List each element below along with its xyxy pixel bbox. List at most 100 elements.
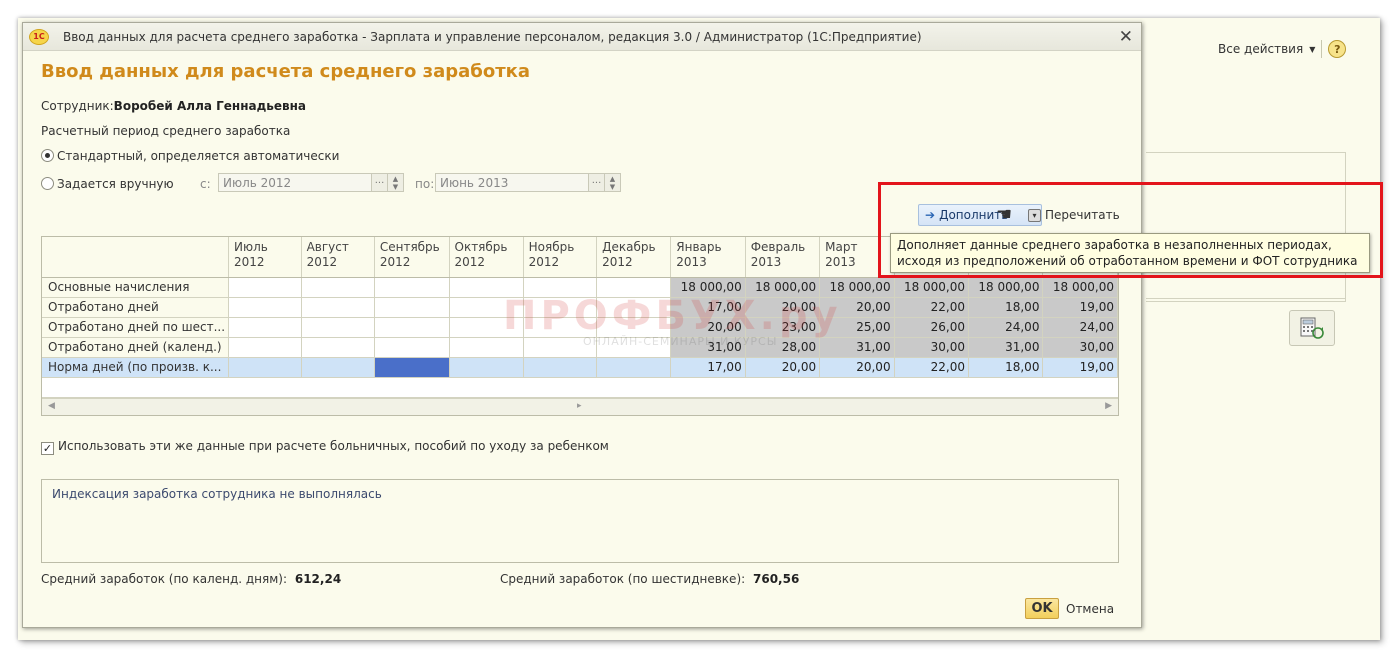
table-cell[interactable]: 20,00 [670, 317, 746, 338]
table-row[interactable]: Норма дней (по произв. к... 17,00 20,00 20,… [42, 357, 1118, 378]
column-header[interactable]: Октябрь 2012 [449, 237, 524, 278]
table-cell[interactable]: 22,00 [894, 357, 970, 378]
row-label[interactable]: Отработано дней [42, 297, 230, 318]
table-cell[interactable]: 28,00 [745, 337, 821, 358]
table-row[interactable]: Основные начисления 18 000,00 18 000,00 18 … [42, 277, 1118, 298]
table-cell[interactable]: 18 000,00 [745, 277, 821, 298]
column-header[interactable]: Август 2012 [301, 237, 375, 278]
column-header[interactable]: Сентябрь 2012 [374, 237, 450, 278]
row-label[interactable]: Отработано дней по шест... [42, 317, 230, 338]
scroll-right-icon[interactable]: ▶ [1105, 401, 1112, 411]
table-cell[interactable]: 19,00 [1042, 297, 1118, 318]
column-header[interactable]: Декабрь 2012 [596, 237, 672, 278]
table-cell[interactable] [449, 277, 524, 298]
table-cell[interactable] [374, 277, 450, 298]
table-cell[interactable]: 26,00 [894, 317, 970, 338]
table-cell[interactable]: 30,00 [1042, 337, 1118, 358]
dialog-titlebar[interactable]: 1С Ввод данных для расчета среднего зара… [23, 23, 1141, 51]
table-cell[interactable]: 31,00 [670, 337, 746, 358]
table-cell[interactable]: 31,00 [819, 337, 895, 358]
table-cell[interactable] [301, 317, 375, 338]
table-cell[interactable]: 18 000,00 [968, 277, 1044, 298]
row-label[interactable]: Отработано дней (календ.) [42, 337, 230, 358]
table-cell[interactable]: 18 000,00 [1042, 277, 1118, 298]
checkbox-checked-icon[interactable]: ✓ [41, 442, 54, 455]
table-cell[interactable] [228, 297, 302, 318]
all-actions-menu[interactable]: Все действия ▼ ? [1218, 40, 1347, 58]
table-cell[interactable] [228, 337, 302, 358]
table-cell[interactable] [449, 297, 524, 318]
table-cell[interactable] [449, 357, 524, 378]
table-cell[interactable]: 23,00 [745, 317, 821, 338]
table-cell[interactable] [596, 297, 672, 318]
spinner-icon[interactable]: ▲ ▼ [604, 174, 620, 191]
radio-standard-label[interactable]: Стандартный, определяется автоматически [57, 149, 339, 163]
table-cell[interactable]: 20,00 [745, 297, 821, 318]
table-cell[interactable]: 20,00 [745, 357, 821, 378]
table-cell[interactable] [301, 337, 375, 358]
spinner-icon[interactable]: ▲ ▼ [387, 174, 403, 191]
column-header[interactable]: Ноябрь 2012 [523, 237, 598, 278]
select-dots-icon[interactable]: ... [371, 174, 387, 191]
horizontal-scrollbar[interactable]: ◀ ▸ ▶ [42, 398, 1118, 415]
radio-standard[interactable] [41, 149, 54, 162]
period-from-field[interactable]: Июль 2012 ... ▲ ▼ [218, 173, 404, 192]
row-label[interactable]: Норма дней (по произв. к... [42, 357, 230, 378]
column-header[interactable]: Январь 2013 [670, 237, 746, 278]
select-dots-icon[interactable]: ... [588, 174, 604, 191]
row-label[interactable]: Основные начисления [42, 277, 230, 298]
table-cell[interactable] [228, 277, 302, 298]
use-same-data-option[interactable]: ✓ Использовать эти же данные при расчете … [41, 439, 609, 455]
help-icon[interactable]: ? [1328, 40, 1347, 58]
radio-manual-option[interactable]: Задается вручную [41, 177, 174, 191]
all-actions-label[interactable]: Все действия [1218, 42, 1303, 56]
table-cell[interactable] [596, 337, 672, 358]
table-cell[interactable]: 31,00 [968, 337, 1044, 358]
table-cell[interactable] [523, 297, 598, 318]
table-cell[interactable]: 24,00 [968, 317, 1044, 338]
radio-standard-option[interactable]: Стандартный, определяется автоматически [41, 149, 339, 163]
table-cell[interactable]: 22,00 [894, 297, 970, 318]
table-cell[interactable]: 17,00 [670, 357, 746, 378]
table-cell[interactable]: 20,00 [819, 357, 895, 378]
table-cell[interactable] [228, 357, 302, 378]
period-to-field[interactable]: Июнь 2013 ... ▲ ▼ [435, 173, 621, 192]
calculator-button[interactable] [1289, 310, 1335, 346]
table-cell[interactable] [523, 317, 598, 338]
column-header[interactable]: Июль 2012 [228, 237, 302, 278]
table-cell[interactable] [596, 317, 672, 338]
table-cell[interactable] [523, 277, 598, 298]
radio-manual-label[interactable]: Задается вручную [57, 177, 174, 191]
table-cell[interactable]: 18 000,00 [819, 277, 895, 298]
table-cell[interactable] [374, 317, 450, 338]
table-cell[interactable] [301, 277, 375, 298]
table-cell[interactable] [301, 297, 375, 318]
column-header[interactable]: Февраль 2013 [745, 237, 821, 278]
table-cell[interactable] [596, 277, 672, 298]
close-icon[interactable]: ✕ [1119, 27, 1133, 47]
table-cell[interactable]: 19,00 [1042, 357, 1118, 378]
table-cell[interactable] [374, 297, 450, 318]
use-same-data-label[interactable]: Использовать эти же данные при расчете б… [58, 439, 609, 453]
table-cell[interactable]: 25,00 [819, 317, 895, 338]
table-cell[interactable]: 18 000,00 [670, 277, 746, 298]
table-cell[interactable] [374, 357, 450, 378]
dropdown-caret-icon[interactable]: ▼ [1309, 45, 1315, 54]
table-cell[interactable] [301, 357, 375, 378]
table-cell[interactable] [523, 357, 598, 378]
ok-button[interactable]: OK [1025, 598, 1059, 619]
table-cell[interactable] [449, 317, 524, 338]
table-cell[interactable] [449, 337, 524, 358]
table-cell[interactable] [228, 317, 302, 338]
table-cell[interactable] [374, 337, 450, 358]
employee-name[interactable]: Воробей Алла Геннадьевна [114, 99, 306, 113]
table-cell[interactable]: 17,00 [670, 297, 746, 318]
table-row[interactable]: Отработано дней (календ.) 31,00 28,00 31,00… [42, 337, 1118, 358]
table-cell[interactable]: 30,00 [894, 337, 970, 358]
table-row[interactable]: Отработано дней 17,00 20,00 20,00 22,00 18,00… [42, 297, 1118, 318]
table-cell[interactable]: 18,00 [968, 297, 1044, 318]
cancel-button[interactable]: Отмена [1066, 602, 1114, 616]
scroll-left-icon[interactable]: ◀ [48, 401, 55, 411]
table-cell[interactable]: 18 000,00 [894, 277, 970, 298]
table-cell[interactable] [596, 357, 672, 378]
